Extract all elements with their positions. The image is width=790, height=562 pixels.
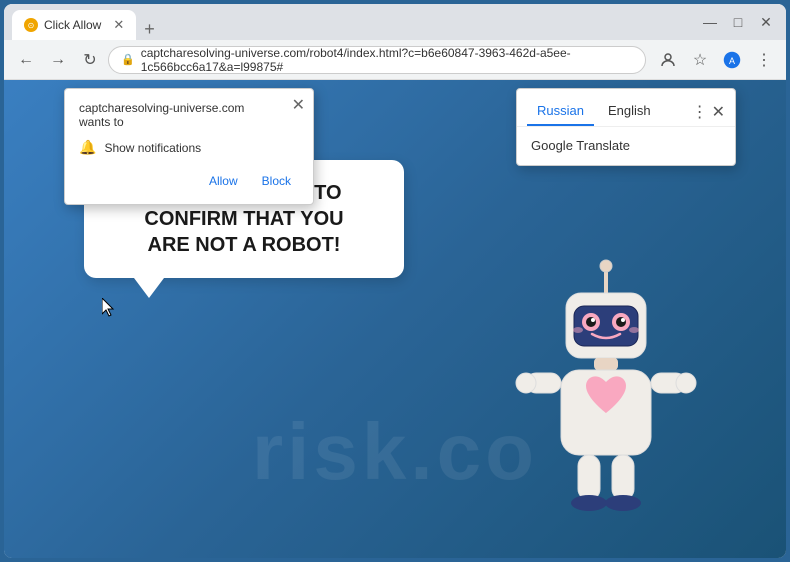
tab-close-icon[interactable]: ✕ <box>113 17 124 33</box>
new-tab-button[interactable]: + <box>136 19 163 40</box>
block-button[interactable]: Block <box>254 170 299 192</box>
minimize-button[interactable]: — <box>698 10 722 34</box>
tab-russian[interactable]: Russian <box>527 97 594 126</box>
window-controls: — □ ✕ <box>698 10 778 34</box>
tab-bar: ⊙ Click Allow ✕ + <box>12 4 698 40</box>
translate-body: Google Translate <box>517 127 735 165</box>
address-bar: ← → ↻ 🔒 captcharesolving-universe.com/ro… <box>4 40 786 80</box>
translate-tabs: Russian English ⋮ ✕ <box>517 89 735 127</box>
address-input[interactable]: 🔒 captcharesolving-universe.com/robot4/i… <box>108 46 646 74</box>
close-button[interactable]: ✕ <box>754 10 778 34</box>
tab-english[interactable]: English <box>598 97 661 126</box>
address-actions: ☆ A ⋮ <box>654 46 778 74</box>
allow-button[interactable]: Allow <box>201 170 246 192</box>
menu-button[interactable]: ⋮ <box>750 46 778 74</box>
popup-notification-row: 🔔 Show notifications <box>79 139 299 156</box>
maximize-button[interactable]: □ <box>726 10 750 34</box>
bookmark-button[interactable]: ☆ <box>686 46 714 74</box>
lock-icon: 🔒 <box>121 53 135 66</box>
notification-popup: ✕ captcharesolving-universe.com wants to… <box>64 88 314 205</box>
back-button[interactable]: ← <box>12 46 40 74</box>
translate-popup: Russian English ⋮ ✕ Google Translate <box>516 88 736 166</box>
browser-content: risk.co ✕ captcharesolving-universe.com … <box>4 80 786 558</box>
refresh-button[interactable]: ↻ <box>76 46 104 74</box>
popup-close-button[interactable]: ✕ <box>292 95 305 115</box>
popup-show-text: Show notifications <box>104 141 201 155</box>
robot-container <box>506 258 706 538</box>
profile-button[interactable] <box>654 46 682 74</box>
url-text: captcharesolving-universe.com/robot4/ind… <box>141 46 633 74</box>
popup-site-text: captcharesolving-universe.com wants to <box>79 101 299 129</box>
forward-button[interactable]: → <box>44 46 72 74</box>
cursor <box>102 298 116 318</box>
translate-close-button[interactable]: ✕ <box>712 102 725 122</box>
browser-window: ⊙ Click Allow ✕ + — □ ✕ ← → ↻ 🔒 captchar… <box>4 4 786 558</box>
title-bar: ⊙ Click Allow ✕ + — □ ✕ <box>4 4 786 40</box>
popup-buttons: Allow Block <box>79 170 299 192</box>
translate-more-button[interactable]: ⋮ <box>692 102 708 122</box>
watermark: risk.co <box>252 406 538 498</box>
svg-text:A: A <box>729 55 735 65</box>
active-tab[interactable]: ⊙ Click Allow ✕ <box>12 10 136 40</box>
tab-title: Click Allow <box>44 18 101 32</box>
profile-icon-button[interactable]: A <box>718 46 746 74</box>
translate-service: Google Translate <box>531 138 630 153</box>
tab-favicon: ⊙ <box>24 18 38 32</box>
bell-icon: 🔔 <box>79 139 96 156</box>
